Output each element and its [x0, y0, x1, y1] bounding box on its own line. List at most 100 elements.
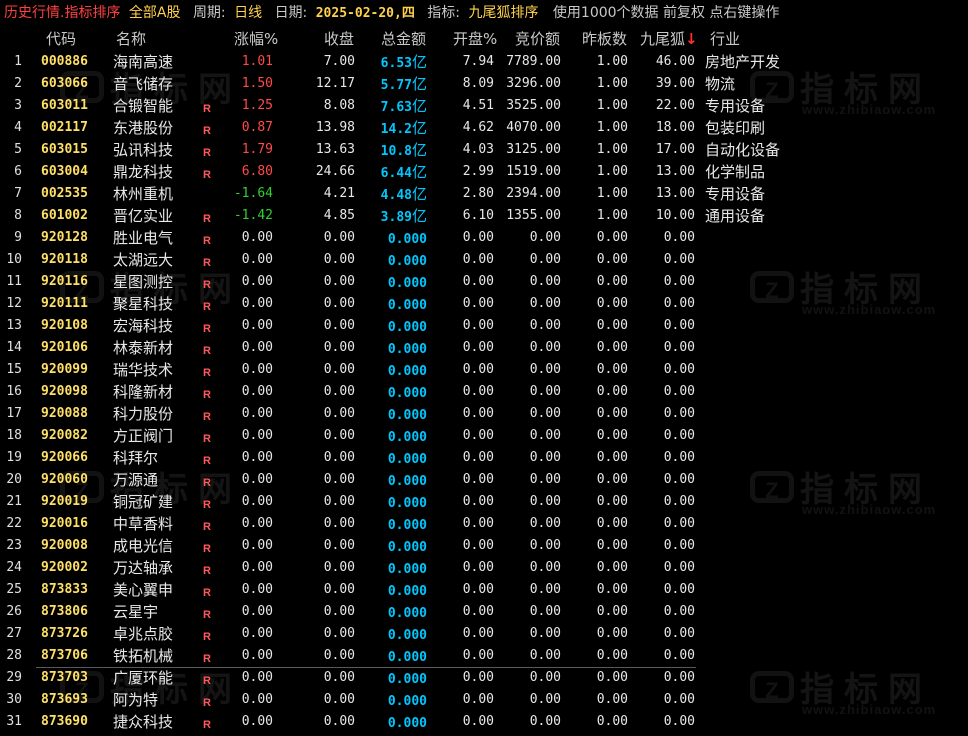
stock-name[interactable]: 铜冠矿建 — [113, 491, 173, 513]
col-name[interactable]: 名称 — [116, 27, 146, 51]
stock-code[interactable]: 920098 — [41, 381, 88, 403]
stock-code[interactable]: 873833 — [41, 579, 88, 601]
stock-name[interactable]: 合锻智能 — [113, 95, 173, 117]
stock-name[interactable]: 科隆新材 — [113, 381, 173, 403]
stock-name[interactable]: 万源通 — [113, 469, 158, 491]
stock-code[interactable]: 920099 — [41, 359, 88, 381]
table-row[interactable]: 14 920106 林泰新材 R 0.00 0.00 0.000 0.00 0.00 0.00 0.… — [0, 337, 968, 359]
stock-name[interactable]: 瑞华技术 — [113, 359, 173, 381]
stock-name[interactable]: 海南高速 — [113, 51, 173, 73]
col-close[interactable]: 收盘 — [324, 27, 354, 51]
table-row[interactable]: 10 920118 太湖远大 R 0.00 0.00 0.000 0.00 0.00 0.00 0.… — [0, 249, 968, 271]
stock-code[interactable]: 873693 — [41, 689, 88, 711]
table-row[interactable]: 20 920060 万源通 R 0.00 0.00 0.000 0.00 0.00 0.00 0.0… — [0, 469, 968, 491]
stock-code[interactable]: 920088 — [41, 403, 88, 425]
table-row[interactable]: 8 601002 晋亿实业 R -1.42 4.85 3.89亿 6.10 1355.00 1.0… — [0, 205, 968, 227]
stock-code[interactable]: 603011 — [41, 95, 88, 117]
table-row[interactable]: 30 873693 阿为特 R 0.00 0.00 0.000 0.00 0.00 0.00 0.0… — [0, 689, 968, 711]
stock-code[interactable]: 603015 — [41, 139, 88, 161]
stock-name[interactable]: 宏海科技 — [113, 315, 173, 337]
stock-code[interactable]: 920118 — [41, 249, 88, 271]
stock-code[interactable]: 920082 — [41, 425, 88, 447]
table-row[interactable]: 1 000886 海南高速 1.01 7.00 6.53亿 7.94 7789.00 1.00 4… — [0, 51, 968, 73]
stock-code[interactable]: 873726 — [41, 623, 88, 645]
table-row[interactable]: 25 873833 美心翼申 R 0.00 0.00 0.000 0.00 0.00 0.00 0.… — [0, 579, 968, 601]
stock-name[interactable]: 成电光信 — [113, 535, 173, 557]
stock-name[interactable]: 胜业电气 — [113, 227, 173, 249]
stock-code[interactable]: 603004 — [41, 161, 88, 183]
stock-code[interactable]: 920019 — [41, 491, 88, 513]
stock-name[interactable]: 晋亿实业 — [113, 205, 173, 227]
period-selector[interactable]: 日线 — [234, 0, 262, 27]
stock-name[interactable]: 东港股份 — [113, 117, 173, 139]
stock-name[interactable]: 科力股份 — [113, 403, 173, 425]
mode-label[interactable]: 历史行情.指标排序 — [4, 0, 120, 27]
stock-code[interactable]: 002535 — [41, 183, 88, 205]
stock-name[interactable]: 阿为特 — [113, 689, 158, 711]
table-row[interactable]: 13 920108 宏海科技 R 0.00 0.00 0.000 0.00 0.00 0.00 0.… — [0, 315, 968, 337]
table-row[interactable]: 23 920008 成电光信 R 0.00 0.00 0.000 0.00 0.00 0.00 0.… — [0, 535, 968, 557]
table-row[interactable]: 5 603015 弘讯科技 R 1.79 13.63 10.8亿 4.03 3125.00 1.0… — [0, 139, 968, 161]
table-row[interactable]: 18 920082 方正阀门 R 0.00 0.00 0.000 0.00 0.00 0.00 0.… — [0, 425, 968, 447]
col-amount[interactable]: 总金额 — [381, 27, 426, 51]
table-row[interactable]: 28 873706 铁拓机械 R 0.00 0.00 0.000 0.00 0.00 0.00 0.… — [0, 645, 968, 667]
stock-code[interactable]: 873703 — [41, 667, 88, 689]
stock-code[interactable]: 920116 — [41, 271, 88, 293]
table-row[interactable]: 12 920111 聚星科技 R 0.00 0.00 0.000 0.00 0.00 0.00 0.… — [0, 293, 968, 315]
stock-name[interactable]: 方正阀门 — [113, 425, 173, 447]
stock-code[interactable]: 920111 — [41, 293, 88, 315]
col-nine-tail[interactable]: 九尾狐↓ — [640, 27, 698, 51]
table-row[interactable]: 11 920116 星图测控 R 0.00 0.00 0.000 0.00 0.00 0.00 0.… — [0, 271, 968, 293]
col-change[interactable]: 涨幅% — [234, 27, 278, 51]
indicator-selector[interactable]: 九尾狐排序 — [468, 0, 538, 27]
col-open[interactable]: 开盘% — [453, 27, 497, 51]
stock-code[interactable]: 920016 — [41, 513, 88, 535]
col-industry[interactable]: 行业 — [710, 27, 740, 51]
stock-name[interactable]: 林州重机 — [113, 183, 173, 205]
stock-name[interactable]: 聚星科技 — [113, 293, 173, 315]
table-row[interactable]: 6 603004 鼎龙科技 R 6.80 24.66 6.44亿 2.99 1519.00 1.0… — [0, 161, 968, 183]
stock-code[interactable]: 920108 — [41, 315, 88, 337]
stock-code[interactable]: 873690 — [41, 711, 88, 733]
market-selector[interactable]: 全部A股 — [129, 0, 181, 27]
date-selector[interactable]: 2025-02-20,四 — [316, 0, 415, 27]
stock-name[interactable]: 美心翼申 — [113, 579, 173, 601]
stock-name[interactable]: 林泰新材 — [113, 337, 173, 359]
table-row[interactable]: 9 920128 胜业电气 R 0.00 0.00 0.000 0.00 0.00 0.00 0.0… — [0, 227, 968, 249]
stock-code[interactable]: 920008 — [41, 535, 88, 557]
table-row[interactable]: 16 920098 科隆新材 R 0.00 0.00 0.000 0.00 0.00 0.00 0.… — [0, 381, 968, 403]
stock-code[interactable]: 873706 — [41, 645, 88, 667]
stock-name[interactable]: 云星宇 — [113, 601, 158, 623]
table-row[interactable]: 27 873726 卓兆点胶 R 0.00 0.00 0.000 0.00 0.00 0.00 0.… — [0, 623, 968, 645]
stock-code[interactable]: 873806 — [41, 601, 88, 623]
table-row[interactable]: 31 873690 捷众科技 R 0.00 0.00 0.000 0.00 0.00 0.00 0.… — [0, 711, 968, 733]
stock-name[interactable]: 捷众科技 — [113, 711, 173, 733]
stock-name[interactable]: 科拜尔 — [113, 447, 158, 469]
stock-code[interactable]: 920128 — [41, 227, 88, 249]
table-row[interactable]: 21 920019 铜冠矿建 R 0.00 0.00 0.000 0.00 0.00 0.00 0.… — [0, 491, 968, 513]
table-row[interactable]: 3 603011 合锻智能 R 1.25 8.08 7.63亿 4.51 3525.00 1.00… — [0, 95, 968, 117]
stock-name[interactable]: 卓兆点胶 — [113, 623, 173, 645]
stock-code[interactable]: 920002 — [41, 557, 88, 579]
stock-name[interactable]: 万达轴承 — [113, 557, 173, 579]
stock-name[interactable]: 铁拓机械 — [113, 645, 173, 667]
table-row[interactable]: 29 873703 广厦环能 R 0.00 0.00 0.000 0.00 0.00 0.00 0.… — [0, 667, 968, 689]
table-row[interactable]: 19 920066 科拜尔 R 0.00 0.00 0.000 0.00 0.00 0.00 0.0… — [0, 447, 968, 469]
table-row[interactable]: 7 002535 林州重机 -1.64 4.21 4.48亿 2.80 2394.00 1.00… — [0, 183, 968, 205]
stock-name[interactable]: 中草香料 — [113, 513, 173, 535]
table-row[interactable]: 26 873806 云星宇 R 0.00 0.00 0.000 0.00 0.00 0.00 0.0… — [0, 601, 968, 623]
stock-code[interactable]: 920060 — [41, 469, 88, 491]
stock-name[interactable]: 音飞储存 — [113, 73, 173, 95]
stock-code[interactable]: 601002 — [41, 205, 88, 227]
stock-name[interactable]: 太湖远大 — [113, 249, 173, 271]
stock-code[interactable]: 603066 — [41, 73, 88, 95]
table-row[interactable]: 22 920016 中草香料 R 0.00 0.00 0.000 0.00 0.00 0.00 0.… — [0, 513, 968, 535]
stock-name[interactable]: 星图测控 — [113, 271, 173, 293]
col-prev-limit[interactable]: 昨板数 — [582, 27, 627, 51]
table-row[interactable]: 24 920002 万达轴承 R 0.00 0.00 0.000 0.00 0.00 0.00 0.… — [0, 557, 968, 579]
col-bid[interactable]: 竞价额 — [515, 27, 560, 51]
table-row[interactable]: 2 603066 音飞储存 1.50 12.17 5.77亿 8.09 3296.00 1.00… — [0, 73, 968, 95]
stock-name[interactable]: 弘讯科技 — [113, 139, 173, 161]
table-row[interactable]: 4 002117 东港股份 R 0.87 13.98 14.2亿 4.62 4070.00 1.0… — [0, 117, 968, 139]
stock-code[interactable]: 002117 — [41, 117, 88, 139]
